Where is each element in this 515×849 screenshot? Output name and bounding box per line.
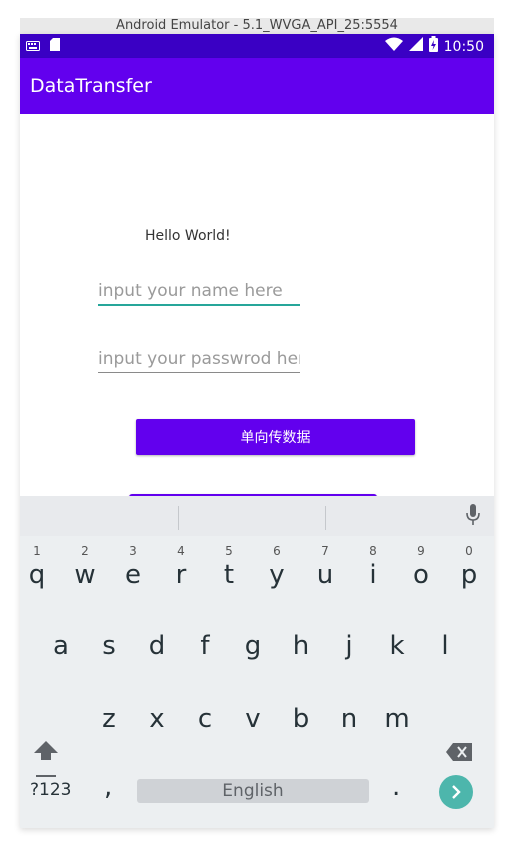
key-j[interactable]: j [325,631,373,687]
status-bar: 10:50 [20,34,494,58]
key-d[interactable]: d [133,631,181,687]
key-i[interactable]: 8i [349,538,397,594]
key-g[interactable]: g [229,631,277,687]
name-input-underline [98,304,300,306]
chevron-right-icon [452,785,461,799]
key-l[interactable]: l [421,631,469,687]
key-a[interactable]: a [37,631,85,687]
soft-keyboard: 1q 2w 3e 4r 5t 6y 7u 8i 9o 0p a s d f g … [20,496,494,828]
shift-icon[interactable] [34,741,58,782]
status-time: 10:50 [443,38,484,55]
key-o[interactable]: 9o [397,538,445,594]
comma-key[interactable]: , [104,772,112,802]
key-h[interactable]: h [277,631,325,687]
key-z[interactable]: z [85,704,133,760]
app-title: DataTransfer [30,75,152,97]
key-s[interactable]: s [85,631,133,687]
password-input-underline [98,372,300,373]
password-input[interactable] [98,344,300,374]
app-bar: DataTransfer [20,58,494,114]
battery-icon [428,36,438,57]
key-u[interactable]: 7u [301,538,349,594]
suggestion-divider [178,506,179,530]
window-title: Android Emulator - 5.1_WVGA_API_25:5554 [20,18,494,34]
microphone-icon[interactable] [466,504,480,531]
key-m[interactable]: m [373,704,421,760]
one-way-transfer-button[interactable]: 单向传数据 [136,419,415,455]
key-r[interactable]: 4r [157,538,205,594]
key-w[interactable]: 2w [61,538,109,594]
key-b[interactable]: b [277,704,325,760]
key-k[interactable]: k [373,631,421,687]
key-q[interactable]: 1q [20,538,61,594]
suggestion-divider [325,506,326,530]
key-x[interactable]: x [133,704,181,760]
enter-button[interactable] [439,775,473,809]
keyboard-icon [26,38,40,56]
key-e[interactable]: 3e [109,538,157,594]
period-key[interactable]: . [392,772,400,802]
key-c[interactable]: c [181,704,229,760]
key-y[interactable]: 6y [253,538,301,594]
wifi-icon [384,37,403,56]
symbols-key[interactable]: ?123 [30,780,71,800]
name-input[interactable] [98,276,300,306]
sd-card-icon [50,38,60,56]
space-bar[interactable]: English [137,779,369,803]
suggestion-strip [20,496,494,536]
device-screen: 10:50 DataTransfer Hello World! 单向传数据 1q… [20,34,494,828]
key-p[interactable]: 0p [445,538,493,594]
backspace-icon[interactable] [446,743,472,766]
key-f[interactable]: f [181,631,229,687]
key-v[interactable]: v [229,704,277,760]
main-content: Hello World! 单向传数据 [20,114,494,530]
key-t[interactable]: 5t [205,538,253,594]
key-n[interactable]: n [325,704,373,760]
hello-text: Hello World! [145,228,231,244]
signal-icon [408,37,423,56]
